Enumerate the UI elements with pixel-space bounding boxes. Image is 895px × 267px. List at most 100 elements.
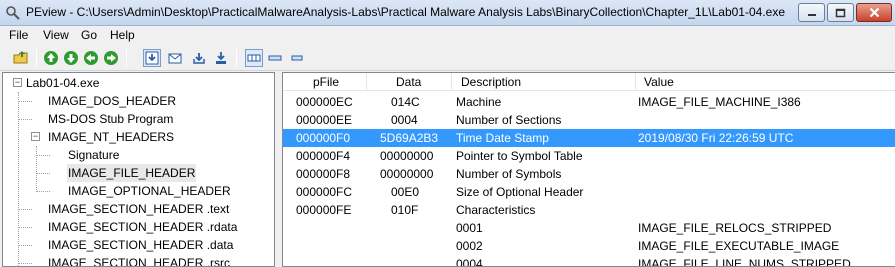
- table-row-selected[interactable]: 000000F0 5D69A2B3 Time Date Stamp 2019/0…: [283, 129, 895, 147]
- menu-help[interactable]: Help: [110, 28, 135, 42]
- layout-medium-icon: [268, 55, 282, 61]
- tree-connector: [18, 263, 32, 264]
- tree-connector: [18, 227, 32, 228]
- table-row[interactable]: 000000FC 00E0 Size of Optional Header: [283, 183, 895, 201]
- menu-go[interactable]: Go: [81, 28, 97, 42]
- column-header-pfile[interactable]: pFile: [313, 75, 339, 89]
- arrow-up-green-icon: [44, 51, 58, 65]
- cell-description: Characteristics: [456, 203, 536, 217]
- layout-narrow-button[interactable]: [288, 49, 306, 67]
- menu-bar: File View Go Help: [0, 26, 895, 45]
- cell-description: Pointer to Symbol Table: [456, 149, 583, 163]
- download-tray-icon: [193, 53, 205, 64]
- tree-item-section-rdata[interactable]: IMAGE_SECTION_HEADER .rdata: [47, 218, 238, 236]
- open-folder-icon: [13, 51, 28, 64]
- tree-item-dos-stub[interactable]: MS-DOS Stub Program: [47, 110, 174, 128]
- column-divider[interactable]: [451, 73, 452, 90]
- download-blue-icon: [145, 51, 159, 65]
- tree-connector: [18, 119, 32, 120]
- maximize-button[interactable]: [827, 3, 854, 22]
- tree-item-dos-header[interactable]: IMAGE_DOS_HEADER: [47, 92, 177, 110]
- minimize-icon: [807, 13, 816, 16]
- table-row[interactable]: 000000FE 010F Characteristics: [283, 201, 895, 219]
- table-row[interactable]: 0004 IMAGE_FILE_LINE_NUMS_STRIPPED: [283, 255, 895, 267]
- cell-pfile: 000000FC: [296, 185, 353, 199]
- column-divider[interactable]: [635, 73, 636, 90]
- collapse-toggle-icon[interactable]: −: [31, 132, 40, 141]
- column-header-value[interactable]: Value: [644, 75, 674, 89]
- cell-description: Time Date Stamp: [456, 131, 549, 145]
- tree-item-optional-header[interactable]: IMAGE_OPTIONAL_HEADER: [67, 182, 232, 200]
- open-file-button[interactable]: [12, 49, 30, 67]
- go-down-button[interactable]: [62, 49, 80, 67]
- cell-description: Size of Optional Header: [456, 185, 584, 199]
- tree-item-section-rsrc[interactable]: IMAGE_SECTION_HEADER .rsrc: [47, 254, 231, 266]
- tree-item-section-data[interactable]: IMAGE_SECTION_HEADER .data: [47, 236, 234, 254]
- peview-app-icon: [6, 6, 20, 20]
- minimize-button[interactable]: [798, 3, 825, 22]
- toolbar-separator: [236, 49, 237, 67]
- tree-connector: [18, 209, 32, 210]
- tree-item-root[interactable]: Lab01-04.exe: [25, 74, 100, 92]
- cell-description: Number of Sections: [456, 113, 562, 127]
- window-title: PEview - C:\Users\Admin\Desktop\Practica…: [26, 5, 785, 19]
- cell-value: IMAGE_FILE_EXECUTABLE_IMAGE: [638, 239, 840, 253]
- close-icon: [869, 7, 879, 18]
- table-row[interactable]: 0001 IMAGE_FILE_RELOCS_STRIPPED: [283, 219, 895, 237]
- cell-pfile: 000000EE: [296, 113, 353, 127]
- close-button[interactable]: [856, 3, 892, 22]
- table-row[interactable]: 000000EC 014C Machine IMAGE_FILE_MACHINE…: [283, 93, 895, 111]
- details-list[interactable]: pFile Data Description Value 000000EC 01…: [282, 72, 895, 267]
- go-back-button[interactable]: [42, 49, 60, 67]
- toolbar-separator: [126, 49, 127, 67]
- cell-pfile: 000000FE: [296, 203, 352, 217]
- pane-splitter[interactable]: [275, 72, 282, 267]
- toolbar: [0, 45, 895, 71]
- menu-file[interactable]: File: [9, 28, 28, 42]
- tree-connector: [36, 155, 50, 156]
- cell-data: 5D69A2B3: [380, 131, 439, 145]
- structure-tree[interactable]: − − Lab01-04.exe IMAGE_DOS_HEADER MS-DOS…: [2, 72, 275, 267]
- layout-medium-button[interactable]: [266, 49, 284, 67]
- tree-item-file-header[interactable]: IMAGE_FILE_HEADER: [67, 164, 197, 182]
- table-row[interactable]: 000000F8 00000000 Number of Symbols: [283, 165, 895, 183]
- tree-connector: [18, 245, 32, 246]
- cell-description: Number of Symbols: [456, 167, 562, 181]
- table-row[interactable]: 000000EE 0004 Number of Sections: [283, 111, 895, 129]
- layout-narrow-icon: [291, 55, 303, 61]
- table-row[interactable]: 0002 IMAGE_FILE_EXECUTABLE_IMAGE: [283, 237, 895, 255]
- tree-connector: [36, 146, 37, 192]
- cell-description: Machine: [456, 95, 502, 109]
- column-header-data[interactable]: Data: [396, 75, 421, 89]
- cell-value: IMAGE_FILE_RELOCS_STRIPPED: [638, 221, 832, 235]
- cell-pfile: 000000EC: [296, 95, 353, 109]
- collapse-toggle-icon[interactable]: −: [13, 78, 22, 87]
- maximize-icon: [835, 8, 846, 17]
- view-hex-button[interactable]: [143, 49, 161, 67]
- view-details-button[interactable]: [190, 49, 208, 67]
- arrow-right-green-icon: [104, 51, 118, 65]
- cell-data: 00000000: [380, 167, 434, 181]
- arrow-left-green-icon: [84, 51, 98, 65]
- layout-wide-button[interactable]: [245, 49, 263, 67]
- go-next-button[interactable]: [102, 49, 120, 67]
- tree-item-nt-headers[interactable]: IMAGE_NT_HEADERS: [47, 128, 175, 146]
- column-header-bar: pFile Data Description Value: [283, 73, 895, 91]
- view-download-button[interactable]: [212, 49, 230, 67]
- arrow-down-green-icon: [64, 51, 78, 65]
- cell-data: 0004: [391, 113, 418, 127]
- column-header-description[interactable]: Description: [461, 75, 521, 89]
- cell-data: 010F: [391, 203, 419, 217]
- cell-pfile: 000000F4: [296, 149, 351, 163]
- arrow-down-tray-icon: [216, 52, 226, 64]
- cell-description: 0004: [456, 257, 483, 267]
- tree-item-signature[interactable]: Signature: [67, 146, 120, 164]
- cell-data: 014C: [391, 95, 420, 109]
- tree-item-section-text[interactable]: IMAGE_SECTION_HEADER .text: [47, 200, 230, 218]
- column-divider[interactable]: [366, 73, 367, 90]
- view-mail-button[interactable]: [166, 49, 184, 67]
- cell-value: IMAGE_FILE_LINE_NUMS_STRIPPED: [638, 257, 851, 267]
- go-previous-button[interactable]: [82, 49, 100, 67]
- menu-view[interactable]: View: [43, 28, 69, 42]
- table-row[interactable]: 000000F4 00000000 Pointer to Symbol Tabl…: [283, 147, 895, 165]
